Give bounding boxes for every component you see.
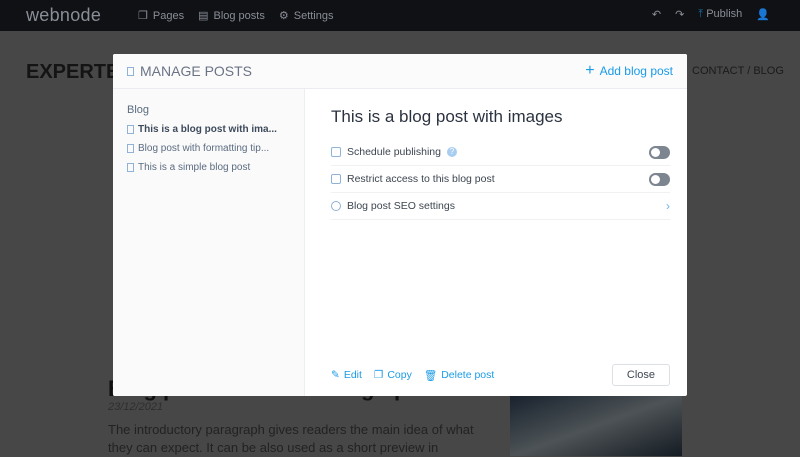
redo-icon[interactable]: ↷	[675, 8, 684, 21]
restrict-access-toggle[interactable]	[649, 172, 670, 186]
document-icon	[127, 125, 134, 134]
add-blog-post-button[interactable]: + Add blog post	[585, 62, 673, 80]
copy-icon: ❐	[373, 369, 384, 381]
site-brand: EXPERTE	[26, 61, 120, 83]
document-icon	[127, 66, 134, 76]
help-icon[interactable]: ?	[447, 147, 457, 157]
plus-icon: +	[585, 62, 595, 79]
trash-icon: 🗑	[423, 369, 438, 382]
pages-icon: ❐	[138, 10, 148, 22]
gear-icon: ⚙	[278, 10, 289, 22]
chevron-right-icon: ›	[666, 199, 670, 213]
restrict-access-row: Restrict access to this blog post	[331, 166, 670, 193]
nav-pages[interactable]: ❐ Pages	[138, 9, 184, 23]
document-icon	[127, 144, 134, 153]
edit-button[interactable]: ✎ Edit	[331, 369, 362, 382]
undo-icon[interactable]: ↶	[652, 8, 661, 21]
schedule-publishing-row: Schedule publishing?	[331, 139, 670, 166]
close-button[interactable]: Close	[611, 364, 670, 386]
post-date: 23/12/2021	[108, 401, 164, 413]
nav-settings[interactable]: ⚙ Settings	[278, 9, 334, 23]
upload-icon: ⤒	[698, 8, 704, 20]
top-bar: webnode ❐ Pages ▤ Blog posts ⚙ Settings ↶ ↷…	[0, 0, 800, 31]
seo-settings-row[interactable]: Blog post SEO settings ›	[331, 193, 670, 220]
pencil-icon: ✎	[331, 369, 340, 381]
logo: webnode	[26, 5, 102, 25]
blog-category[interactable]: Blog	[127, 104, 290, 116]
modal-title: MANAGE POSTS	[140, 63, 253, 79]
schedule-publishing-toggle[interactable]	[649, 145, 670, 159]
delete-post-button[interactable]: 🗑 Delete post	[424, 369, 494, 382]
publish-button[interactable]: ⤒ Publish	[698, 8, 742, 21]
post-item[interactable]: Blog post with formatting tip...	[127, 143, 290, 154]
nav-blog-posts[interactable]: ▤ Blog posts	[198, 9, 265, 23]
post-paragraph: The introductory paragraph gives readers…	[108, 422, 474, 455]
post-title: This is a blog post with images	[331, 107, 563, 126]
gear-icon	[331, 201, 341, 211]
copy-button[interactable]: ❐ Copy	[374, 369, 412, 382]
post-item[interactable]: This is a simple blog post	[127, 162, 290, 173]
document-icon	[127, 163, 134, 172]
posts-sidebar: Blog This is a blog post with ima... Blo…	[113, 89, 305, 396]
post-item[interactable]: This is a blog post with ima...	[127, 124, 290, 135]
document-icon: ▤	[198, 10, 209, 22]
calendar-icon	[331, 147, 341, 157]
mountain-image	[510, 396, 682, 456]
manage-posts-modal: MANAGE POSTS + Add blog post Blog This is…	[113, 54, 687, 396]
lock-icon	[331, 174, 341, 184]
user-icon[interactable]: 👤	[756, 8, 770, 21]
site-menu: CONTACT / BLOG	[692, 65, 784, 77]
